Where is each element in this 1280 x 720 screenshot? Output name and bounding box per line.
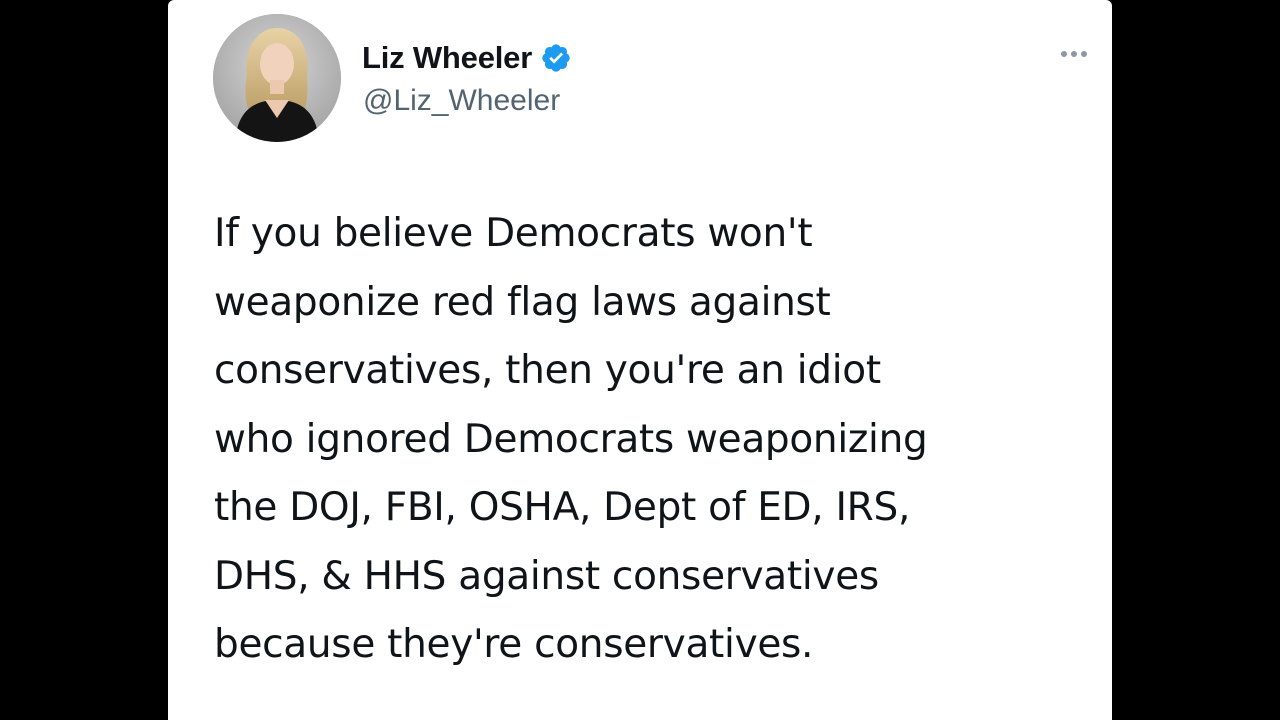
author-display-name[interactable]: Liz Wheeler [362, 40, 532, 76]
author-name-row: Liz Wheeler [362, 38, 572, 78]
tweet-text-line: If you believe Democrats won't [214, 211, 813, 256]
more-options-button[interactable] [1054, 40, 1094, 68]
more-horizontal-icon [1081, 51, 1087, 57]
tweet-text-line: DHS, & HHS against conservatives [214, 553, 879, 599]
tweet-text-line: because they're conservatives. [214, 622, 814, 667]
tweet-text-line: the DOJ, FBI, OSHA, Dept of ED, IRS, [214, 485, 911, 530]
more-horizontal-icon [1061, 51, 1067, 57]
verified-badge-icon [540, 42, 572, 74]
author-handle[interactable]: @Liz_Wheeler [363, 84, 560, 118]
avatar-photo [213, 14, 341, 142]
tweet-card: Liz Wheeler @Liz_Wheeler If you believe … [168, 0, 1112, 720]
tweet-text-line: conservatives, then you're an idiot [214, 348, 881, 393]
tweet-text-line: weaponize red flag laws against [214, 279, 831, 325]
screenshot-stage: Liz Wheeler @Liz_Wheeler If you believe … [0, 0, 1280, 720]
tweet-text-line: who ignored Democrats weaponizing [214, 416, 928, 462]
avatar[interactable] [213, 14, 341, 142]
more-horizontal-icon [1071, 51, 1077, 57]
tweet-text: If you believe Democrats won't weaponize… [214, 200, 1094, 680]
